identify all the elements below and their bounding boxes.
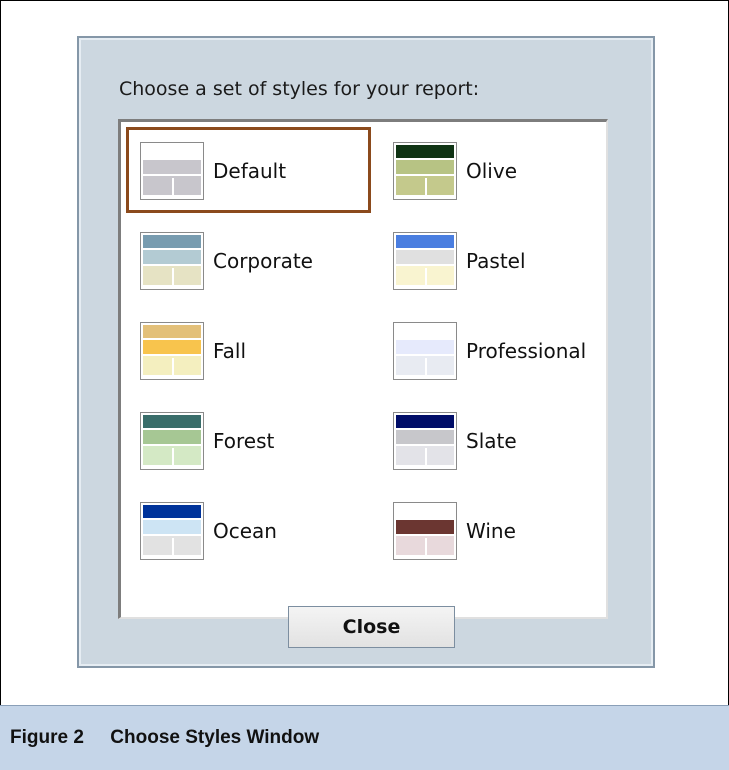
style-label-corporate: Corporate (213, 249, 313, 273)
close-button[interactable]: Close (288, 606, 455, 648)
style-option-olive[interactable]: Olive (379, 127, 624, 213)
forest-swatch-icon (140, 412, 204, 470)
style-label-forest: Forest (213, 429, 275, 453)
olive-swatch-icon (393, 142, 457, 200)
pastel-swatch-icon (393, 232, 457, 290)
default-swatch-icon (140, 142, 204, 200)
style-option-fall[interactable]: Fall (126, 307, 371, 393)
page-frame: Choose a set of styles for your report: … (0, 0, 729, 770)
dialog-prompt: Choose a set of styles for your report: (119, 78, 480, 100)
figure-caption-bar: Figure 2 Choose Styles Window (0, 705, 729, 770)
style-option-default[interactable]: Default (126, 127, 371, 213)
choose-styles-dialog: Choose a set of styles for your report: … (77, 36, 655, 668)
style-label-olive: Olive (466, 159, 517, 183)
ocean-swatch-icon (140, 502, 204, 560)
style-option-wine[interactable]: Wine (379, 487, 624, 573)
style-option-pastel[interactable]: Pastel (379, 217, 624, 303)
style-option-professional[interactable]: Professional (379, 307, 624, 393)
style-option-forest[interactable]: Forest (126, 397, 371, 483)
style-option-ocean[interactable]: Ocean (126, 487, 371, 573)
style-label-professional: Professional (466, 339, 587, 363)
wine-swatch-icon (393, 502, 457, 560)
style-label-pastel: Pastel (466, 249, 526, 273)
fall-swatch-icon (140, 322, 204, 380)
style-option-corporate[interactable]: Corporate (126, 217, 371, 303)
style-option-slate[interactable]: Slate (379, 397, 624, 483)
style-label-ocean: Ocean (213, 519, 277, 543)
styles-list: Default Olive Corporate Pastel Fall Prof… (118, 119, 608, 619)
slate-swatch-icon (393, 412, 457, 470)
corporate-swatch-icon (140, 232, 204, 290)
style-label-default: Default (213, 159, 287, 183)
style-label-slate: Slate (466, 429, 517, 453)
style-label-fall: Fall (213, 339, 247, 363)
figure-caption: Figure 2 Choose Styles Window (10, 727, 320, 748)
style-label-wine: Wine (466, 519, 516, 543)
professional-swatch-icon (393, 322, 457, 380)
